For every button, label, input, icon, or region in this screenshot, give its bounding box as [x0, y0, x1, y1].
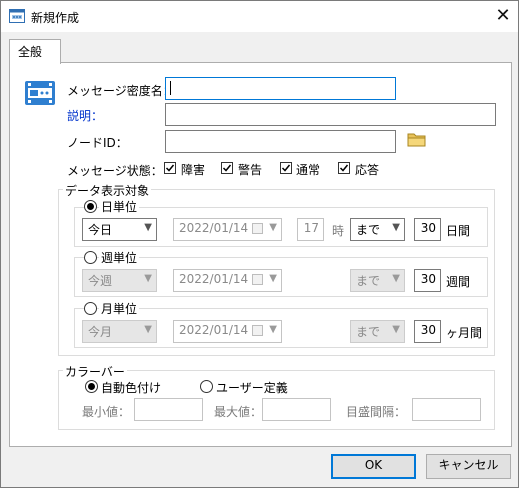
color-bar-title: カラーバー [63, 363, 127, 380]
chevron-down-icon: ▼ [269, 324, 277, 335]
week-count-unit: 週間 [446, 275, 471, 289]
check-icon [165, 164, 175, 172]
dialog-window: 新規作成 ✕ 全般 メッセージ密度名： 説明： ノードID： メッセージ状態： … [0, 0, 519, 488]
min-label: 最小値： [82, 405, 131, 419]
max-label: 最大値： [214, 405, 263, 419]
state-label-1: 警告 [238, 163, 263, 177]
tab-panel: メッセージ密度名： 説明： ノードID： メッセージ状態： 障害 警告 通常 応… [9, 62, 512, 447]
month-until-select: まで ▼ [350, 320, 405, 343]
message-density-icon [25, 81, 55, 105]
window-title: 新規作成 [31, 11, 80, 25]
week-label: 週単位 [99, 249, 140, 266]
auto-color-label: 自動色付け [101, 381, 162, 395]
state-label-0: 障害 [181, 163, 206, 177]
week-until-select: まで ▼ [350, 269, 405, 292]
chevron-down-icon: ▼ [269, 222, 277, 233]
day-radio[interactable] [84, 200, 97, 213]
step-label: 目盛間隔： [346, 405, 407, 419]
hour-unit-label: 時 [332, 224, 345, 238]
auto-color-radio[interactable] [85, 380, 98, 393]
day-count-unit: 日間 [446, 224, 471, 238]
text-caret [170, 81, 171, 95]
state-label-2: 通常 [296, 163, 321, 177]
day-count-input[interactable]: 30 [414, 218, 441, 241]
check-icon [339, 164, 349, 172]
day-label: 日単位 [99, 198, 140, 215]
description-input[interactable] [165, 103, 496, 126]
step-input [412, 398, 481, 421]
day-date-picker: 2022/01/14 ▼ [173, 218, 282, 241]
app-icon [9, 9, 25, 23]
user-defined-radio[interactable] [200, 380, 213, 393]
check-icon [281, 164, 291, 172]
description-label: 説明： [67, 109, 104, 123]
week-date-picker: 2022/01/14 ▼ [173, 269, 282, 292]
chevron-down-icon: ▼ [269, 273, 277, 284]
title-bar: 新規作成 ✕ [1, 1, 518, 32]
week-period-select: 今週 ▼ [82, 269, 157, 292]
calendar-icon [252, 223, 263, 234]
calendar-icon [252, 274, 263, 285]
state-checkbox-1[interactable] [221, 162, 233, 174]
state-label-3: 応答 [355, 163, 380, 177]
tab-label: 全般 [18, 45, 43, 59]
data-target-title: データ表示対象 [63, 182, 152, 199]
chevron-down-icon: ▼ [392, 273, 400, 284]
state-checkbox-3[interactable] [338, 162, 350, 174]
min-input [134, 398, 203, 421]
node-id-input[interactable] [165, 130, 396, 153]
day-until-select[interactable]: まで ▼ [350, 218, 405, 241]
check-icon [222, 164, 232, 172]
max-input [262, 398, 331, 421]
week-count-input[interactable]: 30 [414, 269, 441, 292]
user-defined-label: ユーザー定義 [216, 381, 288, 395]
node-id-label: ノードID： [67, 136, 128, 150]
state-label: メッセージ状態： [67, 164, 163, 178]
month-label: 月単位 [99, 300, 140, 317]
chevron-down-icon: ▼ [392, 222, 400, 233]
month-count-unit: ヶ月間 [446, 326, 483, 340]
folder-browse-icon[interactable] [407, 131, 427, 147]
chevron-down-icon: ▼ [144, 324, 152, 335]
chevron-down-icon: ▼ [392, 324, 400, 335]
close-icon[interactable]: ✕ [492, 5, 514, 27]
chevron-down-icon: ▼ [144, 222, 152, 233]
week-radio[interactable] [84, 251, 97, 264]
cancel-button[interactable]: キャンセル [426, 454, 511, 479]
month-radio[interactable] [84, 302, 97, 315]
ok-button[interactable]: OK [331, 454, 416, 479]
day-hour-input: 17 [297, 218, 324, 241]
name-input[interactable] [165, 77, 396, 100]
month-period-select: 今月 ▼ [82, 320, 157, 343]
calendar-icon [252, 325, 263, 336]
state-checkbox-2[interactable] [280, 162, 292, 174]
chevron-down-icon: ▼ [144, 273, 152, 284]
month-date-picker: 2022/01/14 ▼ [173, 320, 282, 343]
day-period-select[interactable]: 今日 ▼ [82, 218, 157, 241]
tab-general[interactable]: 全般 [9, 39, 61, 64]
state-checkbox-0[interactable] [164, 162, 176, 174]
month-count-input[interactable]: 30 [414, 320, 441, 343]
name-label: メッセージ密度名： [67, 84, 175, 98]
